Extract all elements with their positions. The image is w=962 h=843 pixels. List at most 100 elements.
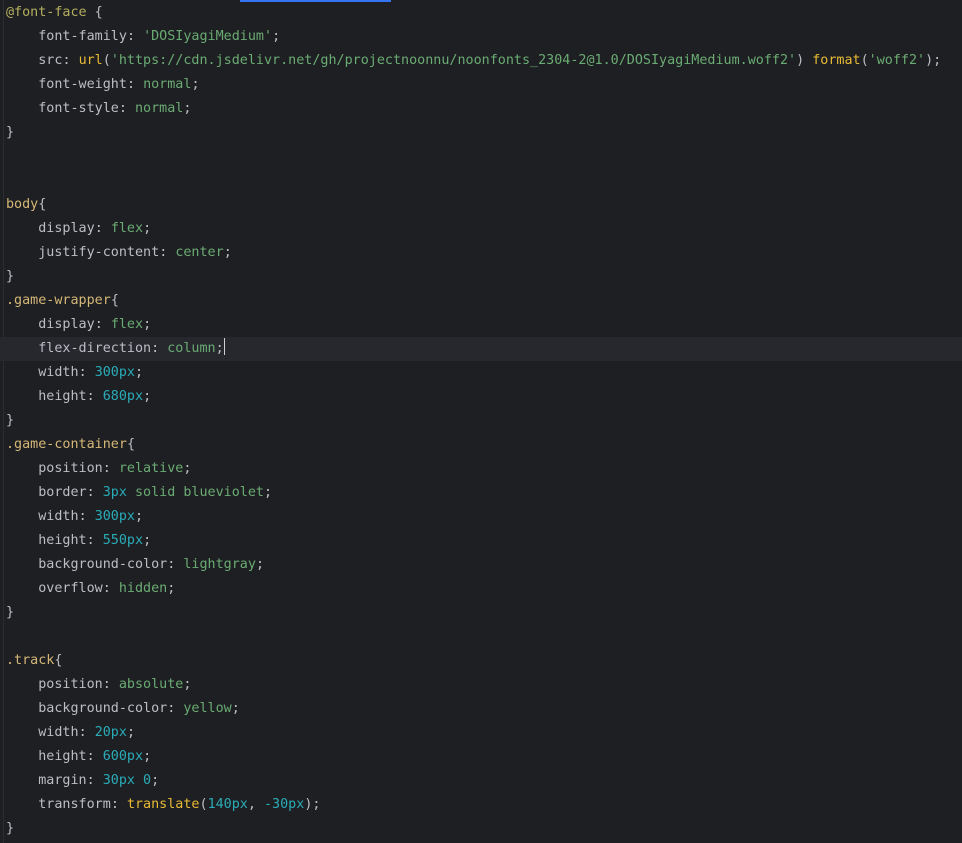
code-token: absolute <box>118 677 184 692</box>
code-line[interactable]: position: relative; <box>0 457 962 481</box>
code-line[interactable]: font-weight: normal; <box>0 73 962 97</box>
code-line[interactable]: src: url('https://cdn.jsdelivr.net/gh/pr… <box>0 49 962 73</box>
code-line[interactable]: } <box>0 265 962 289</box>
code-token: ; <box>135 365 144 380</box>
code-line[interactable] <box>0 145 962 169</box>
code-line[interactable] <box>0 169 962 193</box>
code-token: width <box>6 365 79 380</box>
code-line[interactable]: width: 300px; <box>0 361 962 385</box>
code-line[interactable]: width: 20px; <box>0 721 962 745</box>
code-token: transform <box>6 797 111 812</box>
code-token: : <box>102 581 119 596</box>
code-editor[interactable]: @font-face { font-family: 'DOSIyagiMediu… <box>0 0 962 843</box>
code-token: height <box>6 533 87 548</box>
code-token: height <box>6 389 87 404</box>
code-line[interactable]: font-family: 'DOSIyagiMedium'; <box>0 25 962 49</box>
code-token: 30px 0 <box>102 773 152 788</box>
code-line[interactable]: display: flex; <box>0 313 962 337</box>
code-line[interactable]: border: 3px solid blueviolet; <box>0 481 962 505</box>
code-line[interactable]: .track{ <box>0 649 962 673</box>
code-token: ; <box>223 245 232 260</box>
code-token: ; <box>167 581 176 596</box>
code-token: } <box>6 821 15 836</box>
code-token: hidden <box>118 581 168 596</box>
code-line[interactable]: } <box>0 121 962 145</box>
code-token: : <box>126 29 144 44</box>
code-line[interactable]: margin: 30px 0; <box>0 769 962 793</box>
code-lines[interactable]: @font-face { font-family: 'DOSIyagiMediu… <box>0 1 962 841</box>
code-line[interactable]: justify-content: center; <box>0 241 962 265</box>
code-line-current[interactable]: flex-direction: column; <box>0 337 962 361</box>
code-token: height <box>6 749 87 764</box>
code-token: 600px <box>102 749 144 764</box>
code-line[interactable]: font-style: normal; <box>0 97 962 121</box>
code-line[interactable]: background-color: yellow; <box>0 697 962 721</box>
code-token: } <box>6 125 15 140</box>
code-token: ; <box>126 725 135 740</box>
code-token: border <box>6 485 87 500</box>
code-token: : <box>94 317 111 332</box>
code-token: yellow <box>183 701 232 716</box>
code-token: ; <box>183 677 192 692</box>
code-line[interactable]: position: absolute; <box>0 673 962 697</box>
code-token: lightgray <box>183 557 256 572</box>
code-token: display <box>6 221 95 236</box>
code-token: display <box>6 317 95 332</box>
code-token: translate <box>126 797 200 812</box>
code-line[interactable]: display: flex; <box>0 217 962 241</box>
code-token: .track <box>6 653 55 668</box>
code-line[interactable]: width: 300px; <box>0 505 962 529</box>
code-token: flex-direction <box>6 341 152 356</box>
code-line[interactable]: overflow: hidden; <box>0 577 962 601</box>
code-token: font-weight <box>6 77 127 92</box>
code-token: ) <box>796 53 813 68</box>
code-line[interactable]: .game-wrapper{ <box>0 289 962 313</box>
code-token: relative <box>118 461 184 476</box>
code-line[interactable]: height: 550px; <box>0 529 962 553</box>
code-line[interactable]: height: 600px; <box>0 745 962 769</box>
code-line[interactable]: background-color: lightgray; <box>0 553 962 577</box>
code-token: ; <box>143 749 152 764</box>
code-token: ; <box>231 701 240 716</box>
code-token: ( <box>860 53 869 68</box>
code-token: normal <box>143 77 192 92</box>
code-token: : <box>78 365 95 380</box>
code-token: ; <box>191 77 200 92</box>
code-token: : <box>167 557 184 572</box>
code-token: { <box>126 437 135 452</box>
code-token: overflow <box>6 581 103 596</box>
code-token: 680px <box>102 389 144 404</box>
code-token: .game-wrapper <box>6 293 111 308</box>
code-token: : <box>78 725 95 740</box>
code-token: } <box>6 605 15 620</box>
code-line[interactable]: transform: translate(140px, -30px); <box>0 793 962 817</box>
code-line[interactable]: .game-container{ <box>0 433 962 457</box>
code-line[interactable]: body{ <box>0 193 962 217</box>
code-line[interactable]: height: 680px; <box>0 385 962 409</box>
code-token: 300px <box>94 509 135 524</box>
code-token: : <box>167 701 184 716</box>
code-token: ( <box>199 797 208 812</box>
code-token: { <box>110 293 119 308</box>
code-token: background-color <box>6 557 168 572</box>
code-line[interactable]: } <box>0 817 962 841</box>
code-token: body <box>6 197 39 212</box>
code-token: width <box>6 725 79 740</box>
code-line[interactable]: @font-face { <box>0 1 962 25</box>
code-token: : <box>151 341 168 356</box>
code-token: { <box>54 653 63 668</box>
code-token: ; <box>143 389 152 404</box>
code-token: ); <box>925 53 942 68</box>
code-token: : <box>86 485 103 500</box>
code-line[interactable]: } <box>0 409 962 433</box>
code-line[interactable]: } <box>0 601 962 625</box>
code-token: 'woff2' <box>868 53 926 68</box>
code-token: column <box>167 341 216 356</box>
code-token: ( <box>102 53 111 68</box>
text-caret <box>223 338 225 355</box>
code-token: ; <box>143 317 152 332</box>
code-line[interactable] <box>0 625 962 649</box>
code-token: normal <box>135 101 184 116</box>
code-token: url <box>78 53 103 68</box>
code-token: : <box>86 389 103 404</box>
